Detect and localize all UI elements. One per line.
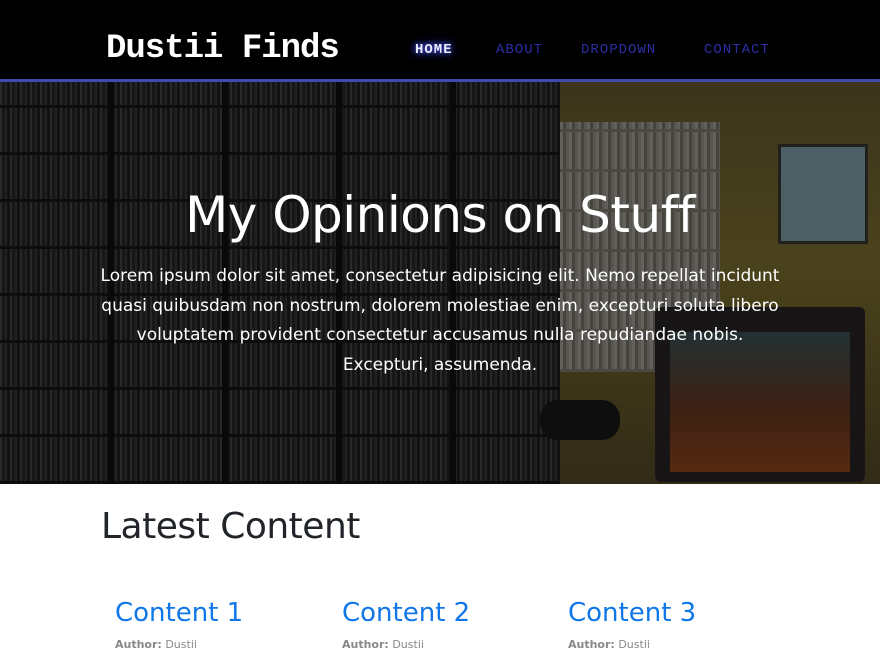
- nav-link-dropdown[interactable]: Dropdown: [581, 42, 656, 58]
- section-title: Latest Content: [101, 506, 360, 547]
- author-label: Author:: [342, 638, 389, 651]
- author-name: Dustii: [392, 638, 424, 651]
- content-card: Content 3 Author: Dustii: [568, 598, 788, 651]
- content-card-title-link[interactable]: Content 1: [115, 598, 335, 628]
- nav-link-about[interactable]: About: [496, 42, 543, 58]
- hero-description: Lorem ipsum dolor sit amet, consectetur …: [100, 266, 780, 375]
- content-card: Content 1 Author: Dustii: [115, 598, 335, 651]
- hero-title: My Opinions on Stuff: [185, 186, 695, 244]
- content-card-meta: Author: Dustii: [342, 638, 562, 651]
- content-card-meta: Author: Dustii: [568, 638, 788, 651]
- content-card-title-link[interactable]: Content 3: [568, 598, 788, 628]
- content-card-title-link[interactable]: Content 2: [342, 598, 562, 628]
- content-card-meta: Author: Dustii: [115, 638, 335, 651]
- hero-banner: My Opinions on Stuff Lorem ipsum dolor s…: [0, 82, 880, 484]
- author-name: Dustii: [165, 638, 197, 651]
- nav-link-contact[interactable]: Contact: [704, 42, 770, 58]
- nav-links: Home About Dropdown Contact: [0, 42, 880, 62]
- author-name: Dustii: [618, 638, 650, 651]
- author-label: Author:: [115, 638, 162, 651]
- nav-link-home[interactable]: Home: [415, 42, 453, 58]
- content-card: Content 2 Author: Dustii: [342, 598, 562, 651]
- author-label: Author:: [568, 638, 615, 651]
- navbar: Dustii Finds Home About Dropdown Contact: [0, 0, 880, 82]
